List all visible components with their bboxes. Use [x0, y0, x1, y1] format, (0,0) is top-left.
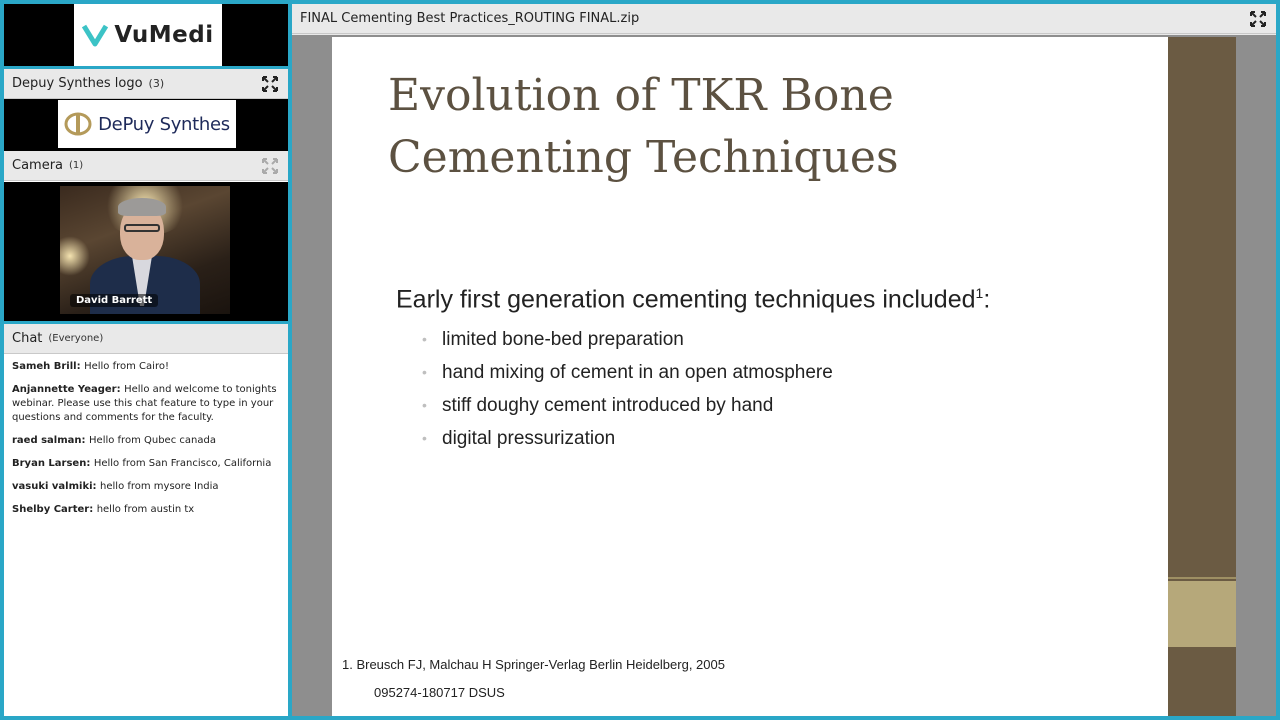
vumedi-logo-pod: VuMedi: [4, 4, 288, 66]
chat-message-list[interactable]: Sameh Brill: Hello from Cairo! Anjannett…: [4, 354, 288, 532]
vumedi-logo: VuMedi: [74, 4, 222, 66]
chat-sender: Sameh Brill: [12, 361, 77, 372]
chat-message: Shelby Carter: hello from austin tx: [12, 504, 195, 515]
chat-text: Hello from San Francisco, California: [93, 458, 272, 469]
chat-message: Anjannette Yeager: Hello and welcome to …: [12, 384, 277, 423]
share-pod-title: FINAL Cementing Best Practices_ROUTING F…: [300, 11, 640, 26]
chat-text: Hello from Qubec canada: [89, 435, 216, 446]
share-pod-header: FINAL Cementing Best Practices_ROUTING F…: [292, 4, 1276, 34]
chat-message: vasuki valmiki: hello from mysore India: [12, 481, 219, 492]
chat-sender: raed salman: [12, 435, 82, 446]
chat-text: hello from mysore India: [100, 481, 219, 492]
chat-pod-header: Chat (Everyone): [4, 324, 288, 354]
slide-bullet: hand mixing of cement in an open atmosph…: [422, 356, 833, 389]
depuy-pod-count: (3): [148, 77, 165, 90]
share-pod: FINAL Cementing Best Practices_ROUTING F…: [292, 4, 1276, 716]
slide-side-strip: [1168, 37, 1236, 716]
camera-pod: Camera (1) David Barrett: [4, 151, 288, 321]
vumedi-logo-text: VuMedi: [114, 22, 214, 48]
slide-title: Evolution of TKR Bone Cementing Techniqu…: [388, 70, 899, 183]
expand-arrows-icon[interactable]: [262, 158, 278, 174]
chat-sender: Bryan Larsen: [12, 458, 87, 469]
vumedi-v-icon: [82, 24, 109, 47]
chat-sender: Anjannette Yeager: [12, 384, 117, 395]
chat-pod-title: Chat: [12, 331, 43, 346]
chat-sender: vasuki valmiki: [12, 481, 93, 492]
chat-pod: Chat (Everyone) Sameh Brill: Hello from …: [4, 324, 288, 716]
slide-reference: 1. Breusch FJ, Malchau H Springer-Verlag…: [342, 657, 725, 672]
camera-pod-count: (1): [69, 160, 84, 171]
expand-arrows-icon[interactable]: [1250, 11, 1266, 27]
camera-pod-title: Camera: [12, 158, 64, 173]
presenter-name: David Barrett: [70, 294, 159, 307]
depuy-logo-pod: Depuy Synthes logo (3) DePuy Synthes: [4, 69, 288, 151]
presentation-slide: Evolution of TKR Bone Cementing Techniqu…: [332, 37, 1168, 716]
slide-document-code: 095274-180717 DSUS: [374, 685, 505, 700]
expand-arrows-icon[interactable]: [262, 76, 278, 92]
chat-pod-scope: (Everyone): [48, 333, 104, 344]
chat-text: Hello from Cairo!: [84, 361, 169, 372]
slide-bullet: digital pressurization: [422, 422, 833, 455]
chat-message: Sameh Brill: Hello from Cairo!: [12, 361, 169, 372]
depuy-pod-header: Depuy Synthes logo (3): [4, 69, 288, 99]
depuy-pod-title: Depuy Synthes logo: [12, 76, 143, 91]
depuy-emblem-icon: [64, 112, 92, 136]
slide-bullet: limited bone-bed preparation: [422, 323, 833, 356]
chat-sender: Shelby Carter: [12, 504, 90, 515]
slide-bullet-list: limited bone-bed preparation hand mixing…: [422, 323, 833, 455]
slide-lead-text: Early first generation cementing techniq…: [396, 285, 991, 314]
slide-bullet: stiff doughy cement introduced by hand: [422, 389, 833, 422]
depuy-logo: DePuy Synthes: [58, 100, 236, 148]
camera-pod-header: Camera (1): [4, 151, 288, 181]
chat-text: hello from austin tx: [96, 504, 195, 515]
depuy-logo-text: DePuy Synthes: [98, 113, 230, 135]
chat-message: Bryan Larsen: Hello from San Francisco, …: [12, 458, 272, 469]
chat-message: raed salman: Hello from Qubec canada: [12, 435, 216, 446]
slide-side-accent: [1168, 581, 1236, 647]
